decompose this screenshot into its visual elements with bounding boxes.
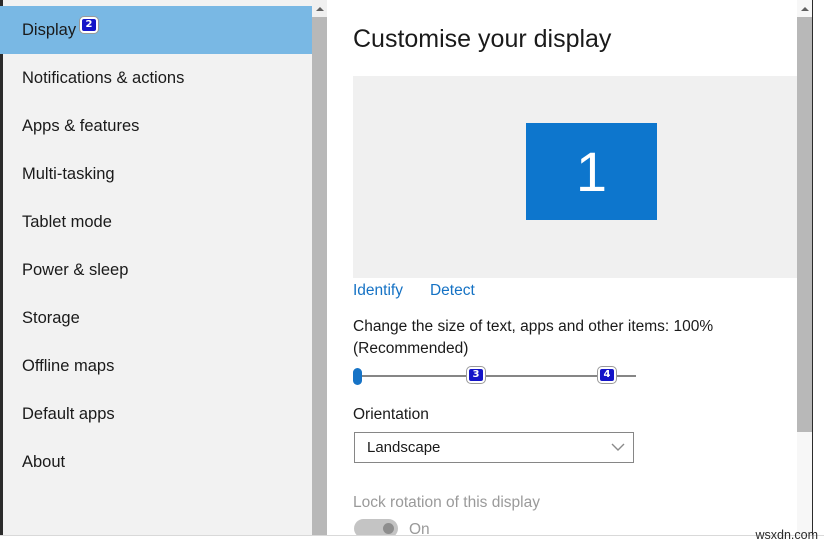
sidebar-item-label: Display	[22, 20, 77, 39]
sidebar-item-tablet-mode[interactable]: Tablet mode	[0, 198, 312, 246]
sidebar-item-label: Apps & features	[22, 116, 140, 135]
sidebar-scrollbar[interactable]	[312, 0, 327, 535]
toggle-knob	[383, 523, 394, 534]
sidebar-item-label: Offline maps	[22, 356, 115, 375]
site-credit: wsxdn.com	[755, 528, 818, 542]
chevron-up-icon	[315, 6, 324, 11]
page-title: Customise your display	[353, 25, 612, 53]
sidebar-item-multi-tasking[interactable]: Multi-tasking	[0, 150, 312, 198]
chevron-down-icon	[603, 443, 633, 452]
monitor-tile-1[interactable]: 1	[526, 123, 657, 220]
window-right-border	[812, 0, 813, 537]
display-settings-pane: Customise your display 1 Identify Detect…	[327, 0, 797, 535]
scaling-description: Change the size of text, apps and other …	[353, 318, 714, 357]
sidebar-item-label: Multi-tasking	[22, 164, 115, 183]
lock-rotation-state: On	[409, 521, 430, 535]
identify-link[interactable]: Identify	[353, 282, 403, 300]
detect-link[interactable]: Detect	[430, 282, 475, 300]
lock-rotation-toggle[interactable]	[354, 519, 398, 535]
sidebar-item-offline-maps[interactable]: Offline maps	[0, 342, 312, 390]
scrollbar-thumb[interactable]	[312, 17, 327, 535]
window-bottom-edge	[0, 535, 824, 544]
main-scrollbar[interactable]	[797, 0, 812, 535]
step-badge-4: 4	[598, 367, 616, 383]
display-preview-area: 1	[353, 76, 797, 278]
sidebar-item-display[interactable]: Display	[0, 6, 312, 54]
chevron-up-icon	[800, 6, 809, 11]
step-badge-3: 3	[467, 367, 485, 383]
scrollbar-thumb[interactable]	[797, 17, 812, 432]
sidebar-item-label: About	[22, 452, 66, 471]
slider-thumb[interactable]	[353, 368, 362, 385]
slider-track[interactable]	[361, 375, 636, 377]
sidebar-item-apps-features[interactable]: Apps & features	[0, 102, 312, 150]
sidebar-item-label: Tablet mode	[22, 212, 112, 231]
step-badge-label: 2	[85, 19, 93, 30]
sidebar-item-label: Storage	[22, 308, 80, 327]
orientation-dropdown[interactable]: Landscape	[354, 432, 634, 463]
orientation-label: Orientation	[353, 406, 429, 423]
sidebar-item-default-apps[interactable]: Default apps	[0, 390, 312, 438]
settings-window: Expert Tech Assistance! Appuals Expert T…	[0, 0, 824, 544]
step-badge-2: 2	[80, 17, 98, 33]
scaling-slider[interactable]	[353, 365, 638, 387]
display-actions-row: Identify Detect	[353, 282, 502, 300]
window-right-edge	[812, 0, 824, 544]
scrollbar-up-button[interactable]	[312, 0, 327, 17]
lock-rotation-label: Lock rotation of this display	[353, 494, 540, 511]
orientation-selected-value: Landscape	[367, 439, 441, 456]
sidebar-item-label: Default apps	[22, 404, 115, 423]
sidebar-item-label: Power & sleep	[22, 260, 129, 279]
monitor-number-label: 1	[575, 139, 608, 203]
sidebar-item-storage[interactable]: Storage	[0, 294, 312, 342]
sidebar-item-label: Notifications & actions	[22, 68, 185, 87]
sidebar-item-power-sleep[interactable]: Power & sleep	[0, 246, 312, 294]
step-badge-label: 4	[603, 369, 611, 380]
sidebar-item-about[interactable]: About	[0, 438, 312, 486]
step-badge-label: 3	[472, 369, 480, 380]
scrollbar-up-button[interactable]	[797, 0, 812, 17]
sidebar-item-notifications-actions[interactable]: Notifications & actions	[0, 54, 312, 102]
